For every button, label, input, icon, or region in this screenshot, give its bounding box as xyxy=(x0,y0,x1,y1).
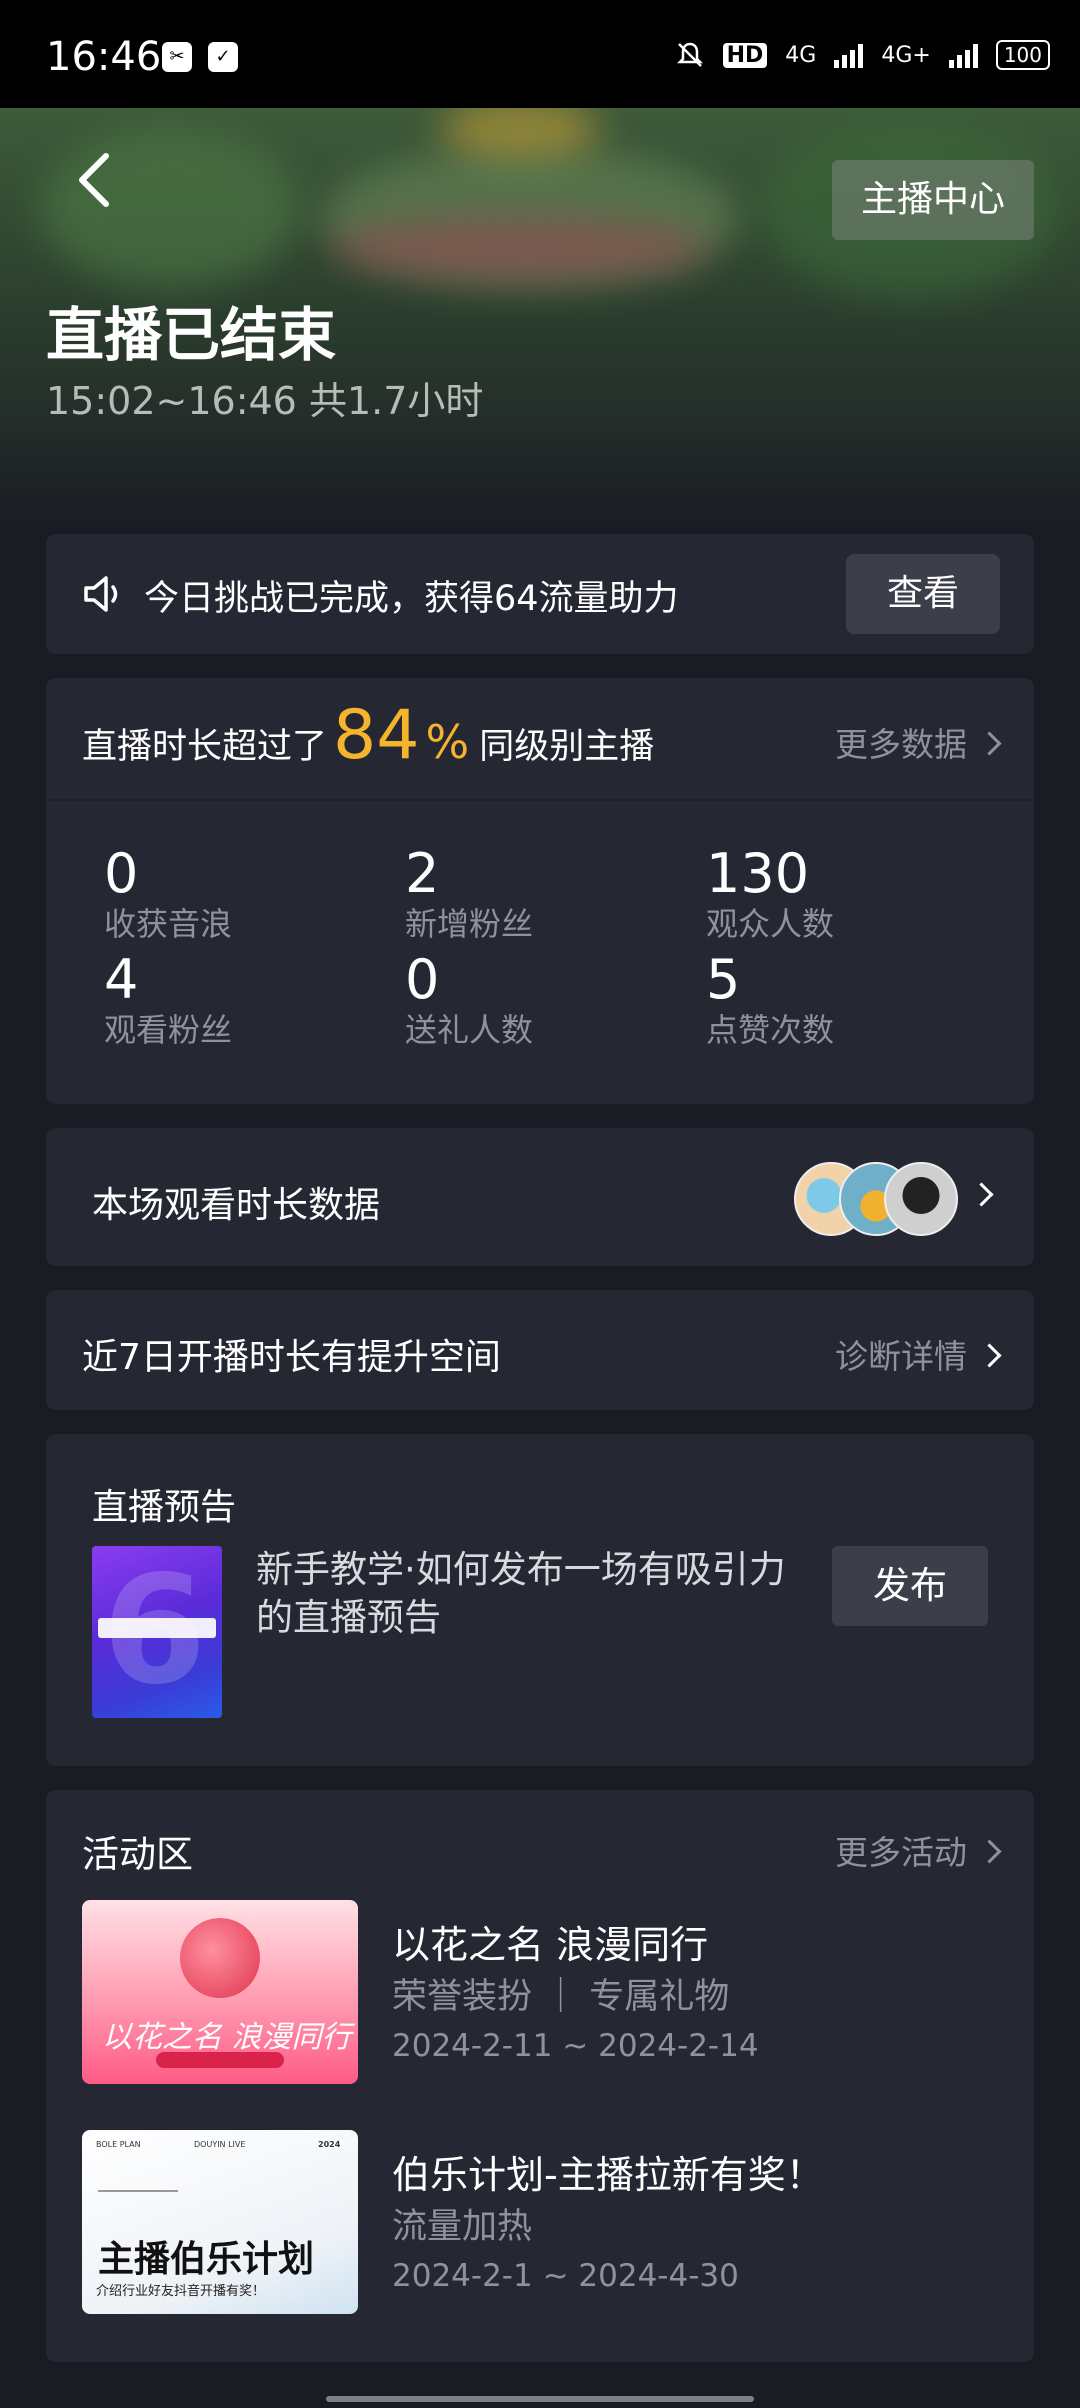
watch-duration-card[interactable]: 本场观看时长数据 xyxy=(46,1128,1034,1266)
page-title: 直播已结束 xyxy=(46,301,337,369)
chevron-left-icon xyxy=(79,153,109,207)
stat-value: 0 xyxy=(104,842,139,905)
thumbnail-top-mid-text: DOUYIN LIVE xyxy=(194,2140,246,2149)
more-activity-label: 更多活动 xyxy=(835,1833,967,1872)
stat-label: 观看粉丝 xyxy=(104,1011,233,1049)
diagnosis-details-link[interactable]: 诊断详情 xyxy=(835,1330,1002,1378)
signal-icon-2 xyxy=(948,42,978,68)
activity-name[interactable]: 伯乐计划-主播拉新有奖！ xyxy=(392,2144,824,2199)
headline-prefix: 直播时长超过了 xyxy=(82,727,328,767)
stat-item: 5 点赞次数 xyxy=(706,950,1006,1050)
stat-item: 4 观看粉丝 xyxy=(104,950,404,1050)
status-time: 16:46 xyxy=(46,34,162,80)
status-indicators: HD 4G 4G+ 100 xyxy=(675,40,1050,70)
back-button[interactable] xyxy=(70,150,120,210)
view-challenge-button[interactable]: 查看 xyxy=(846,554,1000,634)
activity-date: 2024-2-1 ~ 2024-4-30 xyxy=(392,2258,739,2294)
stat-item: 0 收获音浪 xyxy=(104,844,404,944)
hd-badge: HD xyxy=(722,42,768,68)
avatar xyxy=(884,1162,958,1236)
headline-suffix: 同级别主播 xyxy=(479,727,655,767)
preview-thumbnail[interactable]: 6 xyxy=(92,1546,222,1718)
activity-name[interactable]: 以花之名 浪漫同行 xyxy=(392,1914,708,1969)
preview-description[interactable]: 新手教学·如何发布一场有吸引力的直播预告 xyxy=(256,1546,796,1642)
stat-value: 130 xyxy=(706,842,810,905)
stat-item: 130 观众人数 xyxy=(706,844,1006,944)
app-notification-icon: ✂ xyxy=(162,42,192,72)
watch-duration-title: 本场观看时长数据 xyxy=(92,1185,381,1226)
chevron-right-icon xyxy=(977,1343,1002,1368)
thumbnail-top-left-text: BOLE PLAN xyxy=(96,2140,141,2149)
speaker-icon xyxy=(84,576,118,612)
battery-icon: 100 xyxy=(995,40,1050,70)
stat-value: 0 xyxy=(405,948,440,1011)
stat-label: 送礼人数 xyxy=(405,1011,534,1049)
signal-icon-1 xyxy=(834,42,864,68)
stat-label: 点赞次数 xyxy=(706,1011,835,1049)
anchor-center-button[interactable]: 主播中心 xyxy=(832,160,1034,240)
live-preview-card: 直播预告 6 新手教学·如何发布一场有吸引力的直播预告 发布 xyxy=(46,1434,1034,1766)
chevron-right-icon xyxy=(977,731,1002,756)
headline-percent: 84 xyxy=(333,696,420,775)
chevron-right-icon xyxy=(969,1182,994,1207)
diagnosis-card: 近7日开播时长有提升空间 诊断详情 xyxy=(46,1290,1034,1410)
activity-tags: 荣誉装扮 ｜ 专属礼物 xyxy=(392,1977,730,2017)
publish-button[interactable]: 发布 xyxy=(832,1546,988,1626)
headline-percent-sign: % xyxy=(425,715,470,769)
rose-image xyxy=(180,1918,260,1998)
preview-title: 直播预告 xyxy=(92,1487,237,1528)
activity-card: 活动区 更多活动 以花之名 浪漫同行 以花之名 浪漫同行 荣誉装扮 ｜ 专属礼物… xyxy=(46,1790,1034,2362)
diagnosis-title: 近7日开播时长有提升空间 xyxy=(82,1337,501,1378)
chevron-right-icon xyxy=(977,1839,1002,1864)
home-indicator[interactable] xyxy=(326,2396,754,2402)
more-data-label: 更多数据 xyxy=(835,725,967,764)
more-data-link[interactable]: 更多数据 xyxy=(835,718,1002,766)
stat-label: 观众人数 xyxy=(706,905,835,943)
thumbnail-title-text: 主播伯乐计划 xyxy=(98,2239,315,2280)
activity-date: 2024-2-11 ~ 2024-2-14 xyxy=(392,2028,759,2064)
stat-item: 0 送礼人数 xyxy=(405,950,705,1050)
status-bar: 16:46 ✂ ✓ HD 4G 4G+ 100 xyxy=(0,0,1080,108)
stat-value: 2 xyxy=(405,842,440,905)
activity-thumbnail-flowers[interactable]: 以花之名 浪漫同行 xyxy=(82,1900,358,2084)
thumbnail-sub-text: 介绍行业好友抖音开播有奖！ xyxy=(96,2284,266,2299)
clipboard-icon: ✓ xyxy=(208,42,238,72)
viewer-avatars xyxy=(794,1162,958,1236)
stat-item: 2 新增粉丝 xyxy=(405,844,705,944)
stats-header: 直播时长超过了 84 % 同级别主播 更多数据 xyxy=(46,678,1034,801)
thumbnail-top-right-text: 2024 xyxy=(318,2140,341,2149)
network-label-1: 4G xyxy=(785,42,817,68)
network-label-2: 4G+ xyxy=(881,42,931,68)
activity-thumbnail-bole[interactable]: BOLE PLAN DOUYIN LIVE 2024 主播伯乐计划 介绍行业好友… xyxy=(82,2130,358,2314)
more-activity-link[interactable]: 更多活动 xyxy=(835,1826,1002,1874)
stat-label: 新增粉丝 xyxy=(405,905,534,943)
stats-headline: 直播时长超过了 84 % 同级别主播 xyxy=(82,696,654,775)
bell-off-icon xyxy=(676,42,703,67)
thumbnail-script-text: 以花之名 浪漫同行 xyxy=(102,2020,352,2055)
stat-value: 4 xyxy=(104,948,139,1011)
stats-card: 直播时长超过了 84 % 同级别主播 更多数据 0 收获音浪 2 新增粉丝 13… xyxy=(46,678,1034,1104)
session-time: 15:02~16:46 共1.7小时 xyxy=(46,379,484,423)
activity-title: 活动区 xyxy=(82,1833,193,1876)
challenge-card: 今日挑战已完成，获得64流量助力 查看 xyxy=(46,534,1034,654)
activity-tags: 流量加热 xyxy=(392,2207,533,2247)
diagnosis-link-label: 诊断详情 xyxy=(835,1337,967,1376)
stat-label: 收获音浪 xyxy=(104,905,233,943)
challenge-text: 今日挑战已完成，获得64流量助力 xyxy=(144,579,679,619)
stat-value: 5 xyxy=(706,948,741,1011)
